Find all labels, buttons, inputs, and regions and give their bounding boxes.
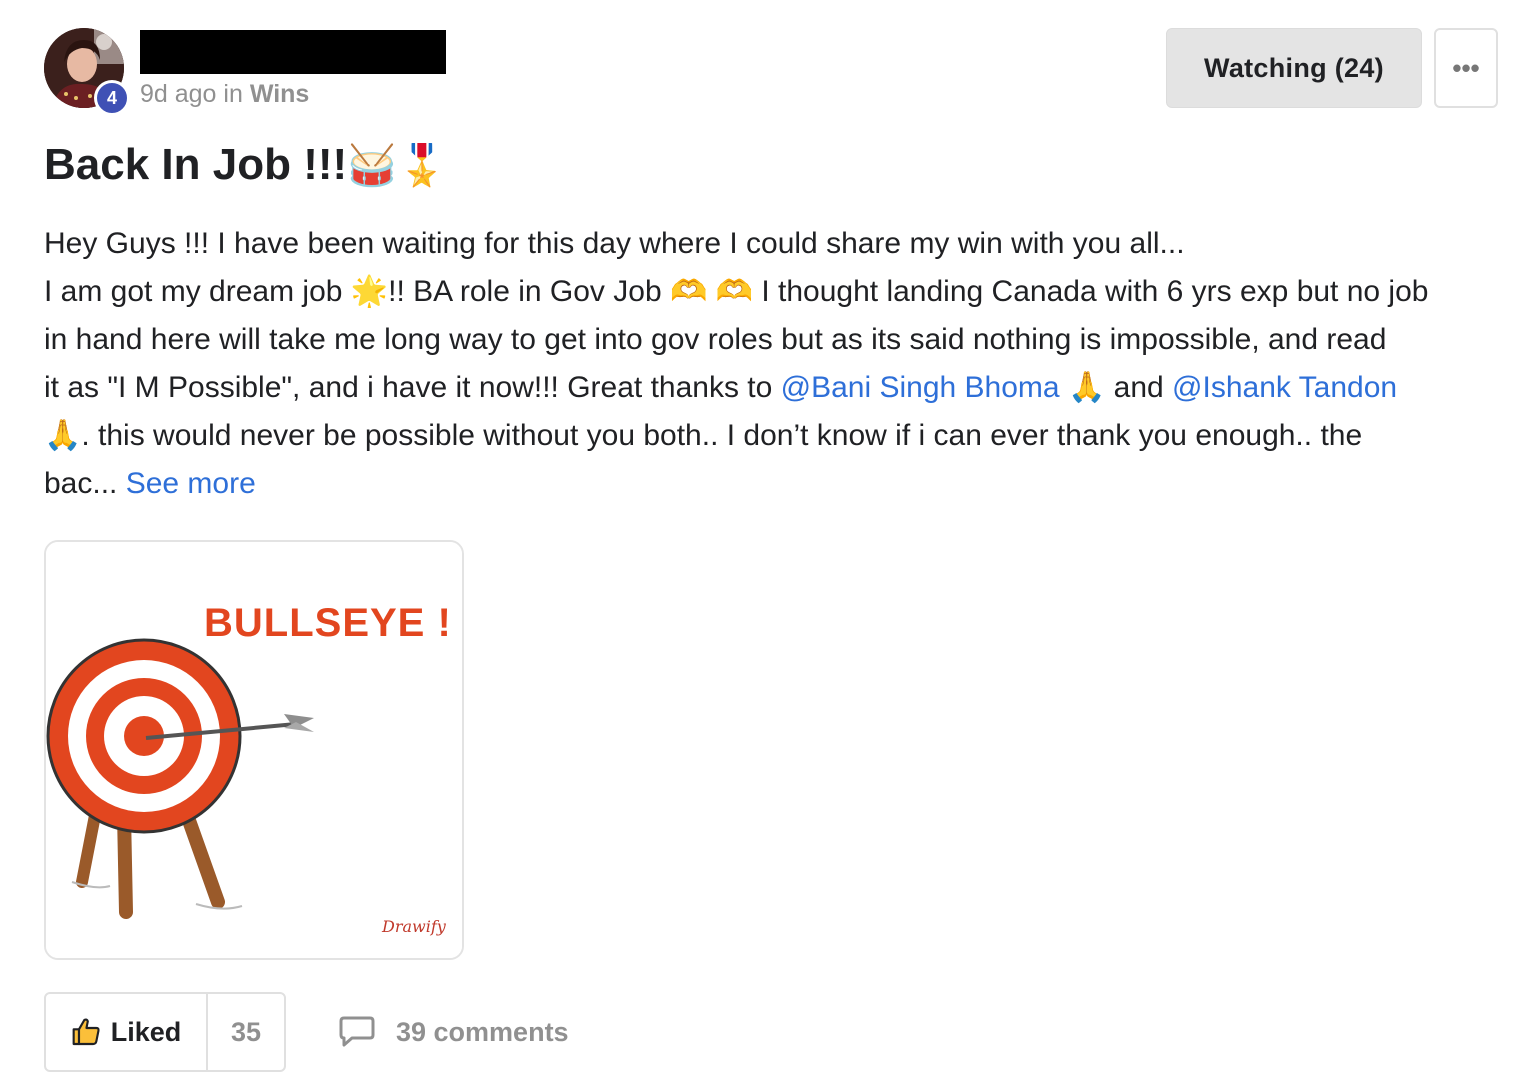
body-text-segment: it as "I M Possible", and i have it now!… — [44, 371, 781, 404]
in-label: in — [223, 80, 243, 108]
like-group: Liked 35 — [44, 992, 286, 1072]
post-header: 4 9d ago in Wins Watching (24) ••• — [44, 28, 1500, 116]
author-avatar-wrap[interactable]: 4 — [44, 28, 130, 116]
time-ago: 9d ago — [140, 80, 217, 108]
body-text-segment: I thought landing Canada with 6 yrs exp … — [753, 275, 1429, 308]
heart-hands-emoji: 🫶 🫶 — [669, 275, 754, 308]
bullseye-illustration: BULLSEYE ! Drawify — [46, 542, 462, 958]
body-line: in hand here will take me long way to ge… — [44, 323, 1387, 356]
post-title-text: Back In Job !!! — [44, 140, 348, 189]
pray-emoji: 🙏 — [1067, 371, 1106, 404]
body-text-segment: I am got my dream job — [44, 275, 351, 308]
see-more-link[interactable]: See more — [126, 467, 256, 500]
body-text-segment: and — [1105, 371, 1173, 404]
title-emojis: 🥁🎖️ — [347, 144, 447, 188]
post-image[interactable]: BULLSEYE ! Drawify — [44, 540, 464, 960]
author-name-redacted[interactable] — [140, 30, 446, 74]
post-meta: 9d ago in Wins — [140, 80, 309, 109]
image-signature: Drawify — [381, 917, 447, 936]
category-link[interactable]: Wins — [250, 80, 310, 108]
liked-label: Liked — [110, 1016, 182, 1047]
post-body: Hey Guys !!! I have been waiting for thi… — [44, 220, 1500, 508]
body-line: Hey Guys !!! I have been waiting for thi… — [44, 227, 1185, 260]
body-line: 🙏. this would never be possible without … — [44, 412, 1500, 460]
image-caption: BULLSEYE ! — [204, 601, 452, 645]
more-dots-icon: ••• — [1452, 52, 1480, 83]
comments-link[interactable]: 39 comments — [338, 1010, 569, 1054]
like-count[interactable]: 35 — [208, 994, 284, 1070]
mention-link[interactable]: @Bani Singh Bhoma — [781, 371, 1060, 404]
level-badge: 4 — [94, 80, 130, 116]
mention-link[interactable]: @Ishank Tandon — [1172, 371, 1397, 404]
body-text-segment: !! BA role in Gov Job — [388, 275, 670, 308]
body-text-segment: . this would never be possible without y… — [81, 419, 1363, 452]
watching-button[interactable]: Watching (24) — [1166, 28, 1422, 108]
body-line: I am got my dream job 🌟!! BA role in Gov… — [44, 268, 1500, 316]
thumbs-up-icon — [72, 1018, 100, 1046]
more-options-button[interactable]: ••• — [1434, 28, 1498, 108]
comments-label: 39 comments — [396, 1016, 569, 1047]
post-title: Back In Job !!!🥁🎖️ — [44, 140, 447, 190]
star-emoji: 🌟 — [350, 275, 389, 308]
body-line: bac... See more — [44, 460, 1500, 508]
comment-bubble-icon — [339, 1016, 375, 1047]
pray-emoji: 🙏 — [44, 419, 82, 452]
body-text-segment: bac... — [44, 467, 126, 500]
liked-button[interactable]: Liked — [46, 994, 208, 1070]
body-line: it as "I M Possible", and i have it now!… — [44, 364, 1500, 412]
